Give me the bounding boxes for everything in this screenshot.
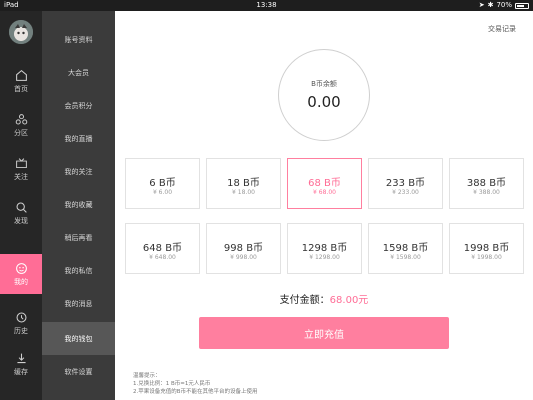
battery-percent: 70% [496, 1, 512, 9]
package-price: ¥ 18.00 [232, 189, 255, 196]
submenu-item-vip[interactable]: 大会员 [42, 56, 115, 89]
package-amount: 1298 B币 [301, 243, 348, 254]
package-price: ¥ 648.00 [149, 254, 176, 261]
submenu-item-messages-private[interactable]: 我的私信 [42, 254, 115, 287]
avatar-image [9, 20, 33, 44]
package-amount: 68 B币 [308, 178, 341, 189]
submenu-item-account[interactable]: 账号资料 [42, 23, 115, 56]
nav-rail: 首页 分区 关注 发现 我的 历史 缓存 [0, 11, 42, 400]
rail-item-label: 发现 [14, 216, 28, 225]
balance-label: B币余额 [311, 80, 337, 88]
submenu-item-following[interactable]: 我的关注 [42, 155, 115, 188]
rail-item-home[interactable]: 首页 [0, 61, 42, 101]
rail-item-follow[interactable]: 关注 [0, 149, 42, 189]
mine-icon [15, 262, 27, 274]
package-price: ¥ 68.00 [313, 189, 336, 196]
submenu-item-favorites[interactable]: 我的收藏 [42, 188, 115, 221]
rail-item-history[interactable]: 历史 [0, 303, 42, 343]
rail-item-mine[interactable]: 我的 [0, 254, 42, 294]
package-option[interactable]: 1598 B币 ¥ 1598.00 [368, 223, 443, 274]
rail-item-label: 首页 [14, 84, 28, 93]
status-right: ➤ ✱ 70% [479, 0, 529, 11]
status-bar: iPad 13:38 ➤ ✱ 70% [0, 0, 533, 11]
pay-total-label: 支付金额： [279, 295, 330, 306]
package-price: ¥ 1298.00 [309, 254, 340, 261]
package-amount: 1598 B币 [382, 243, 429, 254]
battery-level [517, 4, 524, 7]
rail-item-discover[interactable]: 发现 [0, 193, 42, 233]
package-option[interactable]: 998 B币 ¥ 998.00 [206, 223, 281, 274]
pay-total-value: 68.00元 [329, 295, 369, 306]
tips: 温馨提示： 1.兑换比例：1 B币=1元人民币 2.苹果设备充值的B币不能在其他… [133, 372, 258, 396]
package-amount: 388 B币 [466, 178, 507, 189]
tips-title: 温馨提示： [133, 373, 161, 379]
download-icon [16, 353, 26, 363]
wallet-panel: 交易记录 B币余额 0.00 6 B币 ¥ 6.00 18 B币 ¥ 18.00… [115, 11, 533, 400]
location-icon: ➤ [478, 1, 485, 9]
follow-icon [15, 157, 27, 168]
package-price: ¥ 1598.00 [390, 254, 421, 261]
sub-menu: 账号资料 大会员 会员积分 我的直播 我的关注 我的收藏 稍后再看 我的私信 我… [42, 11, 115, 400]
balance-circle: B币余额 0.00 [278, 49, 370, 141]
rail-item-label: 我的 [14, 277, 28, 286]
package-option[interactable]: 388 B币 ¥ 388.00 [449, 158, 524, 209]
history-icon [16, 312, 26, 322]
tips-line: 2.苹果设备充值的B币不能在其他平台的设备上使用 [133, 389, 258, 395]
package-option[interactable]: 1998 B币 ¥ 1998.00 [449, 223, 524, 274]
package-amount: 998 B币 [223, 243, 264, 254]
clock: 13:38 [256, 1, 277, 9]
submenu-item-watch-later[interactable]: 稍后再看 [42, 221, 115, 254]
battery-icon [515, 2, 529, 9]
package-price: ¥ 233.00 [392, 189, 419, 196]
home-icon [15, 69, 27, 81]
rail-item-label: 分区 [14, 128, 28, 137]
recharge-button[interactable]: 立即充值 [199, 317, 449, 349]
submenu-item-notifications[interactable]: 我的消息 [42, 287, 115, 320]
package-amount: 233 B币 [385, 178, 426, 189]
submenu-item-wallet[interactable]: 我的钱包 [42, 322, 115, 355]
submenu-item-settings[interactable]: 软件设置 [42, 355, 115, 388]
package-price: ¥ 388.00 [473, 189, 500, 196]
rail-item-label: 历史 [14, 326, 28, 335]
package-amount: 6 B币 [149, 178, 176, 189]
rail-item-label: 缓存 [14, 367, 28, 376]
rail-item-label: 关注 [14, 172, 28, 181]
package-option[interactable]: 1298 B币 ¥ 1298.00 [287, 223, 362, 274]
package-option[interactable]: 6 B币 ¥ 6.00 [125, 158, 200, 209]
tips-line: 1.兑换比例：1 B币=1元人民币 [133, 381, 211, 387]
package-amount: 18 B币 [227, 178, 260, 189]
package-amount: 1998 B币 [463, 243, 510, 254]
submenu-item-live[interactable]: 我的直播 [42, 122, 115, 155]
transaction-records-link[interactable]: 交易记录 [488, 24, 516, 34]
package-price: ¥ 6.00 [152, 189, 173, 196]
package-option[interactable]: 648 B币 ¥ 648.00 [125, 223, 200, 274]
package-amount: 648 B币 [142, 243, 183, 254]
category-icon [15, 113, 27, 124]
package-option[interactable]: 233 B币 ¥ 233.00 [368, 158, 443, 209]
rail-item-download[interactable]: 缓存 [0, 344, 42, 384]
package-price: ¥ 998.00 [230, 254, 257, 261]
package-price: ¥ 1998.00 [471, 254, 502, 261]
package-option[interactable]: 18 B币 ¥ 18.00 [206, 158, 281, 209]
discover-icon [16, 202, 27, 213]
avatar[interactable] [9, 20, 33, 44]
pay-total: 支付金额：68.00元 [115, 291, 533, 306]
rail-item-category[interactable]: 分区 [0, 105, 42, 145]
package-option-selected[interactable]: 68 B币 ¥ 68.00 [287, 158, 362, 209]
bluetooth-icon: ✱ [487, 1, 494, 9]
submenu-item-points[interactable]: 会员积分 [42, 89, 115, 122]
balance-value: 0.00 [307, 93, 341, 111]
